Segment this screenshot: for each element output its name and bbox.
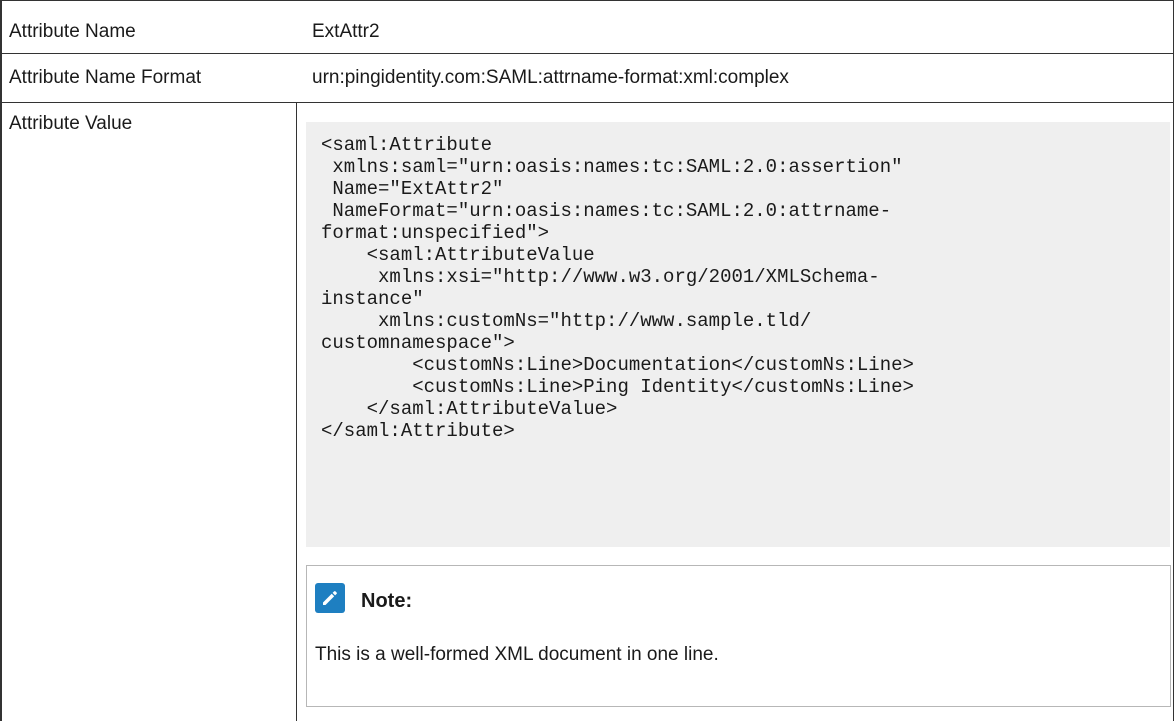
table-row: Attribute Name Format urn:pingidentity.c… bbox=[2, 54, 1173, 103]
note-title: Note: bbox=[361, 589, 413, 612]
column-divider bbox=[296, 102, 297, 721]
attribute-name-value: ExtAttr2 bbox=[312, 21, 380, 42]
note-header: Note: bbox=[315, 578, 412, 618]
attribute-name-format-value: urn:pingidentity.com:SAML:attrname-forma… bbox=[312, 67, 789, 88]
code-block: <saml:Attribute xmlns:saml="urn:oasis:na… bbox=[306, 122, 1170, 547]
note-body: This is a well-formed XML document in on… bbox=[315, 644, 719, 665]
pencil-icon bbox=[315, 583, 345, 613]
xml-code: <saml:Attribute xmlns:saml="urn:oasis:na… bbox=[321, 134, 914, 442]
attribute-value-label: Attribute Value bbox=[9, 113, 133, 134]
attribute-name-label: Attribute Name bbox=[9, 21, 136, 42]
attribute-name-format-label: Attribute Name Format bbox=[9, 67, 202, 88]
note-box: Note: This is a well-formed XML document… bbox=[306, 565, 1171, 707]
table-row: Attribute Name ExtAttr2 bbox=[2, 1, 1173, 54]
